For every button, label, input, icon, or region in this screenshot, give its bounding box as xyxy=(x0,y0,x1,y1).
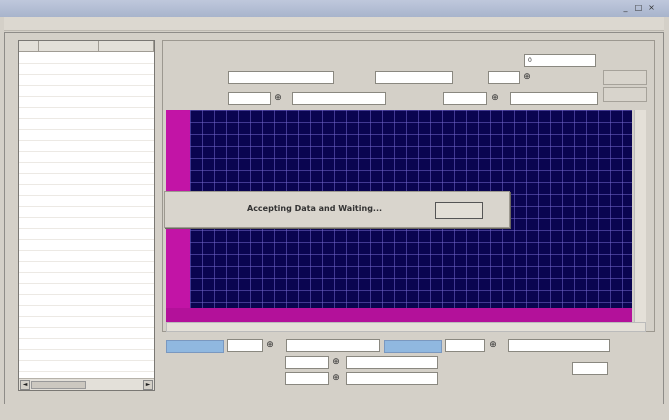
scroll-right-icon[interactable]: ► xyxy=(143,380,153,390)
bottom-field-4[interactable] xyxy=(508,339,610,352)
list-grid-line xyxy=(19,250,154,251)
column-header-1[interactable] xyxy=(19,41,39,52)
list-grid-line xyxy=(19,217,154,218)
list-grid-line xyxy=(19,206,154,207)
list-grid-line xyxy=(19,151,154,152)
list-grid-line xyxy=(19,63,154,64)
field-r2-a[interactable] xyxy=(228,92,271,105)
list-grid-line xyxy=(19,272,154,273)
menu-item-3[interactable] xyxy=(146,19,196,29)
plot-horizontal-scrollbar[interactable] xyxy=(166,322,646,332)
side-button-1[interactable] xyxy=(603,70,647,85)
list-grid-line xyxy=(19,261,154,262)
spin-icon[interactable]: ⊕ xyxy=(522,71,532,83)
bottom-field-2[interactable] xyxy=(286,339,380,352)
spin-icon[interactable]: ⊕ xyxy=(265,339,275,351)
record-list[interactable]: ◄ ► xyxy=(18,40,155,391)
list-grid-line xyxy=(19,239,154,240)
bottom-field-9[interactable] xyxy=(572,362,608,375)
bottom-field-5[interactable] xyxy=(285,356,329,369)
bottom-tag-1 xyxy=(166,340,224,353)
bottom-field-6[interactable] xyxy=(346,356,438,369)
menu-item-2[interactable] xyxy=(82,19,137,29)
spin-icon[interactable]: ⊕ xyxy=(490,92,500,104)
field-r2-c[interactable] xyxy=(443,92,487,105)
field-r1-d[interactable]: 0 xyxy=(524,54,596,67)
list-grid-line xyxy=(19,327,154,328)
bottom-tag-2 xyxy=(384,340,442,353)
plot-x-axis xyxy=(166,308,632,322)
list-grid-line xyxy=(19,349,154,350)
status-bar xyxy=(4,404,664,416)
menu-bar xyxy=(4,17,664,31)
list-grid-line xyxy=(19,184,154,185)
spin-icon[interactable]: ⊕ xyxy=(273,92,283,104)
maximize-button[interactable]: □ xyxy=(633,3,644,13)
scroll-left-icon[interactable]: ◄ xyxy=(20,380,30,390)
list-grid-line xyxy=(19,173,154,174)
plot-vertical-scrollbar[interactable] xyxy=(634,110,646,322)
bottom-field-1[interactable] xyxy=(227,339,263,352)
bottom-field-8[interactable] xyxy=(346,372,438,385)
menu-item-1[interactable] xyxy=(12,19,67,29)
column-header-3[interactable] xyxy=(99,41,154,52)
list-grid-line xyxy=(19,338,154,339)
window-title xyxy=(8,3,68,11)
field-r1-a[interactable] xyxy=(228,71,334,84)
field-r2-d[interactable] xyxy=(510,92,598,105)
title-bar: _ □ × xyxy=(0,0,669,17)
field-r1-b[interactable] xyxy=(375,71,453,84)
dialog-message: Accepting Data and Waiting... xyxy=(247,204,383,213)
close-button[interactable]: × xyxy=(646,3,657,13)
side-button-2[interactable] xyxy=(603,87,647,102)
list-grid-line xyxy=(19,228,154,229)
list-grid-line xyxy=(19,129,154,130)
list-grid-line xyxy=(19,283,154,284)
field-r2-b[interactable] xyxy=(292,92,386,105)
list-grid-line xyxy=(19,305,154,306)
list-grid-line xyxy=(19,140,154,141)
list-grid-line xyxy=(19,294,154,295)
list-grid-line xyxy=(19,85,154,86)
list-grid-line xyxy=(19,195,154,196)
list-grid-line xyxy=(19,96,154,97)
scroll-thumb[interactable] xyxy=(31,381,86,389)
list-grid-line xyxy=(19,360,154,361)
waiting-dialog: Accepting Data and Waiting... xyxy=(164,191,510,228)
spin-icon[interactable]: ⊕ xyxy=(488,339,498,351)
list-grid-line xyxy=(19,74,154,75)
list-grid-line xyxy=(19,371,154,372)
list-grid-line xyxy=(19,118,154,119)
list-horizontal-scrollbar[interactable]: ◄ ► xyxy=(19,378,154,390)
bottom-field-7[interactable] xyxy=(285,372,329,385)
spin-icon[interactable]: ⊕ xyxy=(331,372,341,384)
list-grid-line xyxy=(19,316,154,317)
column-header-2[interactable] xyxy=(39,41,99,52)
list-grid-line xyxy=(19,162,154,163)
minimize-button[interactable]: _ xyxy=(620,3,631,13)
bottom-field-3[interactable] xyxy=(445,339,485,352)
list-grid-line xyxy=(19,107,154,108)
field-r1-c[interactable] xyxy=(488,71,520,84)
cancel-button[interactable] xyxy=(435,202,483,219)
spin-icon[interactable]: ⊕ xyxy=(331,356,341,368)
